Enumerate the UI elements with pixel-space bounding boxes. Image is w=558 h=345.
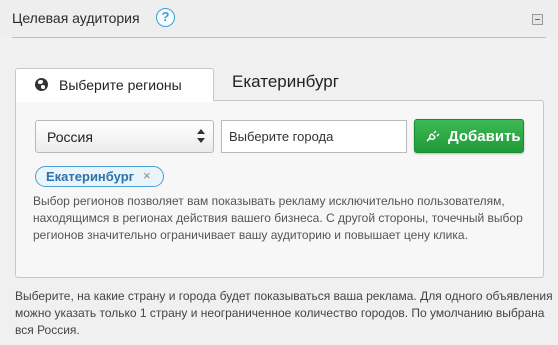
city-tag-label: Екатеринбург <box>46 169 135 184</box>
country-select-value: Россия <box>47 129 93 145</box>
globe-icon <box>35 78 48 91</box>
help-icon[interactable]: ? <box>156 8 175 27</box>
tab-ekaterinburg[interactable]: Екатеринбург <box>232 68 372 101</box>
add-button-label: Добавить <box>448 128 521 145</box>
country-select[interactable]: Россия <box>35 120 214 153</box>
select-arrows-icon <box>197 129 205 145</box>
tab-label: Екатеринбург <box>232 72 339 91</box>
tab-joint <box>16 100 213 102</box>
city-tag: Екатеринбург × <box>35 166 164 187</box>
plug-icon <box>426 130 440 142</box>
add-button[interactable]: Добавить <box>414 119 524 153</box>
footer-note: Выберите, на какие страну и города будет… <box>15 289 553 337</box>
city-search-input[interactable] <box>221 120 407 153</box>
section-header: Целевая аудитория ? <box>0 0 558 38</box>
section-title: Целевая аудитория <box>12 10 140 26</box>
panel-description: Выбор регионов позволяет вам показывать … <box>33 194 523 242</box>
tab-select-regions[interactable]: Выберите регионы <box>15 68 214 101</box>
collapse-icon[interactable] <box>532 14 543 25</box>
header-divider <box>12 37 546 38</box>
tab-label: Выберите регионы <box>59 77 182 93</box>
tag-remove-icon[interactable]: × <box>143 168 151 183</box>
